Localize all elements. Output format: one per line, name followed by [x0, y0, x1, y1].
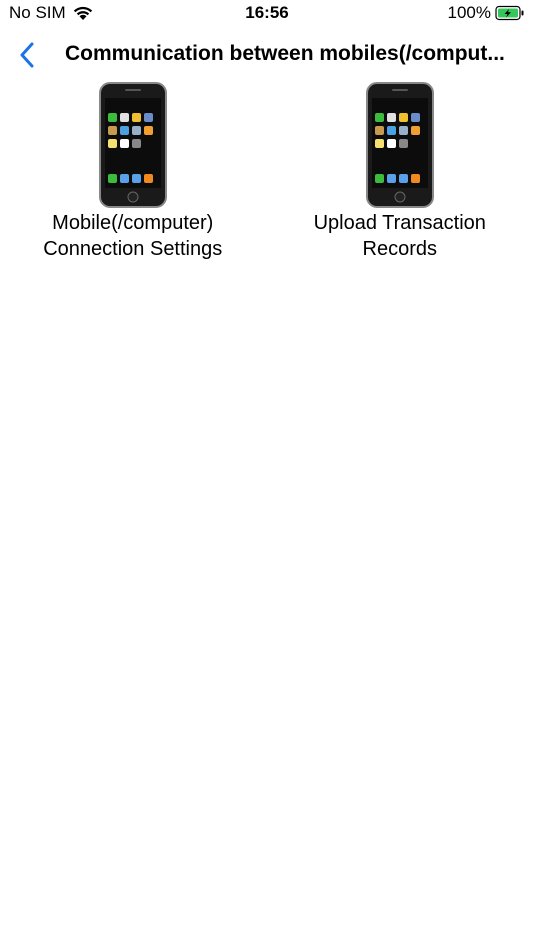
status-right: 100%: [448, 3, 525, 23]
menu-item-upload-records[interactable]: Upload Transaction Records: [266, 82, 534, 262]
menu-item-label: Upload Transaction Records: [313, 212, 486, 260]
menu-item-label: Mobile(/computer) Connection Settings: [43, 212, 223, 260]
menu-item-connection-settings[interactable]: Mobile(/computer) Connection Settings: [0, 82, 266, 262]
navigation-bar: Communication between mobiles(/comput...: [0, 30, 534, 78]
back-button[interactable]: [12, 38, 42, 72]
mobile-phone-icon: [98, 82, 167, 208]
chevron-left-icon: [20, 42, 34, 68]
battery-charging-icon: [495, 5, 524, 21]
page-title: Communication between mobiles(/comput...: [65, 42, 505, 65]
menu-grid: Mobile(/computer) Connection Settings Up…: [0, 82, 534, 262]
battery-percent: 100%: [447, 3, 491, 22]
mobile-phone-icon: [365, 82, 434, 208]
status-bar: No SIM 16:56 100%: [0, 0, 534, 30]
